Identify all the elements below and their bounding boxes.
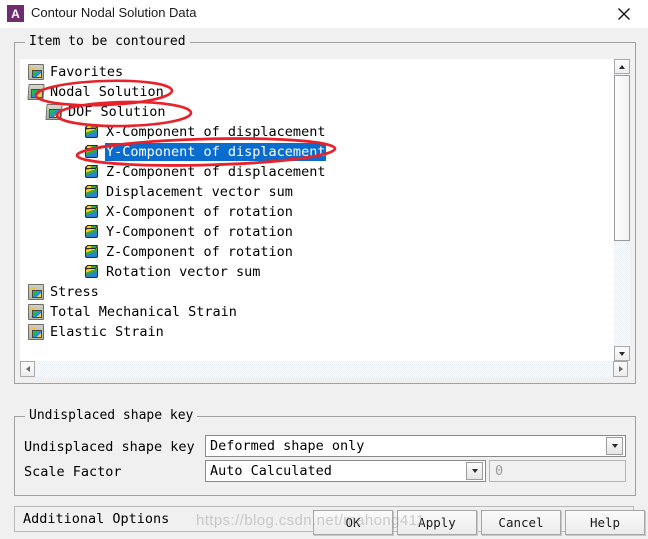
tree-horizontal-scrollbar[interactable] [20, 361, 628, 377]
tree-item-label: Rotation vector sum [106, 264, 261, 280]
tree-item[interactable]: Z-Component of rotation [21, 242, 613, 262]
tree-item[interactable]: Stress [21, 282, 613, 302]
apply-button[interactable]: Apply [397, 510, 477, 535]
tree-item-label: Elastic Strain [50, 324, 164, 340]
scale-factor-input[interactable]: 0 [489, 460, 626, 482]
tree-item[interactable]: Nodal Solution [21, 82, 613, 102]
tree-item-label: Y-Component of displacement [105, 143, 327, 161]
cube-icon [84, 124, 100, 140]
folder-icon [28, 324, 44, 340]
tree-item[interactable]: X-Component of rotation [21, 202, 613, 222]
tree-item[interactable]: DOF Solution [21, 102, 613, 122]
folder-open-icon [27, 84, 45, 100]
title-bar: A Contour Nodal Solution Data [0, 0, 648, 29]
tree-item[interactable]: Z-Component of displacement [21, 162, 613, 182]
tree-item-label: Z-Component of rotation [106, 244, 293, 260]
help-button-label: Help [589, 515, 621, 530]
tree-item[interactable]: X-Component of displacement [21, 122, 613, 142]
window-title: Contour Nodal Solution Data [31, 5, 197, 20]
tree-item-label: Z-Component of displacement [106, 164, 326, 180]
scroll-down-icon[interactable] [614, 346, 630, 361]
cube-icon [84, 164, 100, 180]
tree-item[interactable]: Y-Component of displacement [21, 142, 613, 162]
undisplaced-shape-key-value: Deformed shape only [210, 438, 365, 454]
cube-icon [84, 264, 100, 280]
contour-item-tree[interactable]: Favorites Nodal Solution DOF Solution X-Com… [20, 59, 630, 363]
tree-item[interactable]: Y-Component of rotation [21, 222, 613, 242]
folder-icon [28, 304, 44, 320]
tree-item-label: Nodal Solution [50, 84, 164, 100]
folder-icon [28, 64, 44, 80]
additional-options-label: Additional Options [23, 511, 170, 527]
cube-icon [84, 144, 100, 160]
undisplaced-group-legend: Undisplaced shape key [25, 408, 198, 423]
tree-item[interactable]: Displacement vector sum [21, 182, 613, 202]
scale-factor-label: Scale Factor [24, 464, 122, 480]
tree-item-label: DOF Solution [68, 104, 166, 120]
tree-item-label: Displacement vector sum [106, 184, 293, 200]
tree-item-label: X-Component of displacement [106, 124, 326, 140]
cube-icon [84, 184, 100, 200]
dialog-body: Item to be contoured Favorites Nodal Solu… [0, 28, 648, 539]
folder-icon [28, 284, 44, 300]
app-icon: A [7, 5, 24, 22]
tree-item-label: Stress [50, 284, 99, 300]
tree-vertical-scrollbar[interactable] [614, 59, 630, 361]
cancel-button-label: Cancel [498, 515, 544, 530]
apply-button-label: Apply [418, 515, 456, 530]
scale-factor-value: Auto Calculated [210, 463, 332, 479]
scroll-left-icon[interactable] [20, 361, 35, 377]
cube-icon [84, 224, 100, 240]
tree-item-label: Favorites [50, 64, 124, 80]
chevron-down-icon[interactable] [466, 462, 483, 480]
tree-item[interactable]: Elastic Strain [21, 322, 613, 342]
tree-item-label: Total Mechanical Strain [50, 304, 237, 320]
scroll-up-icon[interactable] [614, 59, 630, 74]
ok-button-label: OK [345, 515, 361, 530]
folder-open-icon [45, 104, 63, 120]
scroll-right-icon[interactable] [613, 361, 628, 377]
app-icon-letter: A [11, 6, 20, 21]
undisplaced-shape-key-group: Undisplaced shape key Undisplaced shape … [14, 408, 636, 496]
cancel-button[interactable]: Cancel [481, 510, 561, 535]
vertical-scroll-thumb[interactable] [614, 75, 630, 241]
item-to-be-contoured-group: Item to be contoured Favorites Nodal Solu… [14, 34, 636, 384]
cube-icon [84, 204, 100, 220]
ok-button[interactable]: OK [313, 510, 393, 535]
scale-factor-select[interactable]: Auto Calculated [205, 460, 486, 482]
scale-factor-input-value: 0 [495, 463, 504, 479]
tree-item-label: X-Component of rotation [106, 204, 293, 220]
tree-item[interactable]: Favorites [21, 62, 613, 82]
item-group-legend: Item to be contoured [25, 34, 190, 49]
tree-item[interactable]: Rotation vector sum [21, 262, 613, 282]
tree-item[interactable]: Total Mechanical Strain [21, 302, 613, 322]
tree-item-label: Y-Component of rotation [106, 224, 293, 240]
horizontal-scroll-track[interactable] [35, 361, 613, 377]
undisplaced-shape-key-select[interactable]: Deformed shape only [205, 435, 626, 457]
close-icon[interactable] [606, 0, 642, 27]
cube-icon [84, 244, 100, 260]
undisplaced-shape-key-label: Undisplaced shape key [24, 439, 195, 455]
tree-list: Favorites Nodal Solution DOF Solution X-Com… [21, 62, 613, 342]
chevron-down-icon[interactable] [606, 437, 623, 455]
help-button[interactable]: Help [565, 510, 645, 535]
